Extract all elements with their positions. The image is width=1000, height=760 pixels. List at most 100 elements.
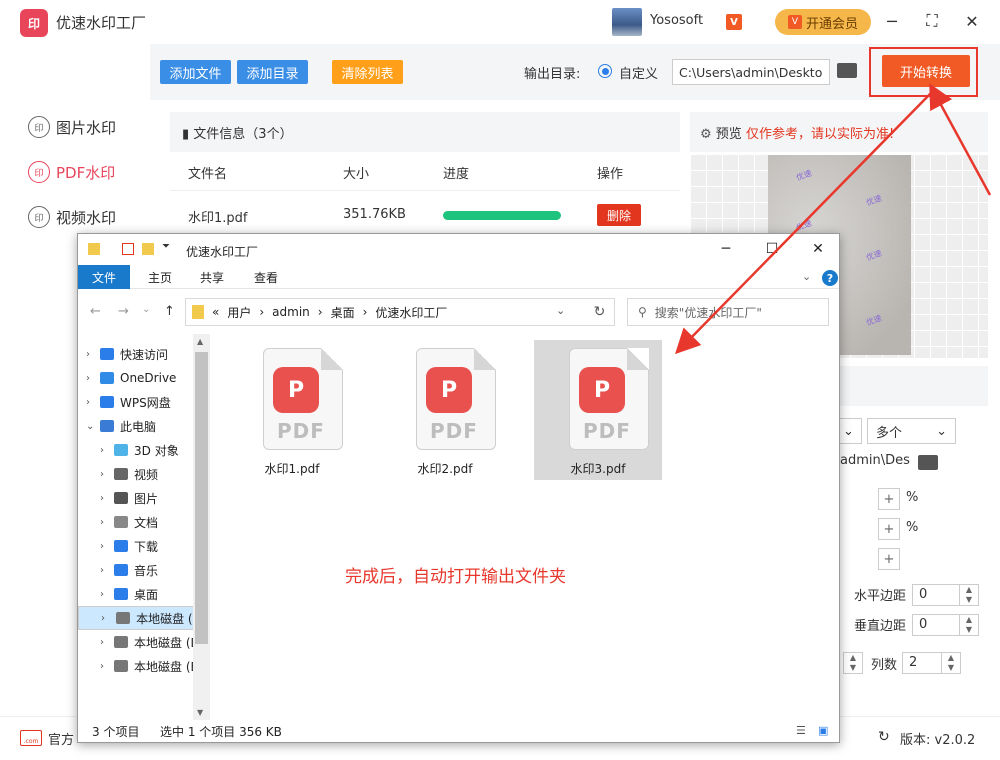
chevron-icon[interactable]: › — [100, 469, 108, 480]
nav-item[interactable]: › 图片 — [78, 486, 210, 510]
file-item[interactable]: P PDF 水印3.pdf — [534, 340, 662, 480]
folder-icon[interactable] — [88, 243, 100, 255]
chevron-icon[interactable]: › — [86, 373, 94, 384]
avatar[interactable] — [612, 8, 642, 36]
add-directory-button[interactable]: 添加目录 — [237, 60, 308, 84]
maximize-icon[interactable]: ⛶ — [920, 10, 944, 32]
maximize-icon[interactable]: ☐ — [749, 238, 795, 260]
chevron-icon[interactable]: › — [100, 493, 108, 504]
table-row-filename: 水印1.pdf — [188, 211, 248, 226]
nav-item[interactable]: › 桌面 — [78, 582, 210, 606]
delete-button[interactable]: 删除 — [597, 204, 641, 226]
open-vip-button[interactable]: V 开通会员 — [775, 9, 871, 35]
nav-item[interactable]: › 视频 — [78, 462, 210, 486]
nav-item-label: 图片 — [134, 491, 159, 506]
refresh-icon[interactable]: ↻ — [585, 298, 615, 326]
refresh-icon[interactable]: ↻ — [878, 729, 890, 745]
clear-list-button[interactable]: 清除列表 — [332, 60, 403, 84]
explorer-status-bar: 3 个项目 选中 1 个项目 356 KB ☰ ▣ — [78, 720, 839, 742]
watermark-icon: 印 — [28, 161, 50, 183]
stepper[interactable]: ▲ ▼ — [843, 652, 863, 674]
sidebar-item-image-watermark[interactable]: 印 图片水印 — [28, 112, 148, 142]
details-view-icon[interactable]: ☰ — [796, 724, 806, 737]
close-icon[interactable]: ✕ — [960, 10, 984, 32]
v-margin-stepper[interactable]: ▲ ▼ — [959, 614, 979, 636]
columns-stepper[interactable]: ▲ ▼ — [941, 652, 961, 674]
chevron-icon[interactable]: › — [100, 637, 108, 648]
increment-button[interactable]: + — [878, 488, 900, 510]
breadcrumb-item[interactable]: admin — [272, 305, 310, 319]
tab-share[interactable]: 共享 — [200, 269, 224, 286]
nav-item[interactable]: › 本地磁盘 (D — [78, 630, 210, 654]
nav-item[interactable]: › 本地磁盘 (C — [78, 606, 210, 630]
folder-icon[interactable] — [142, 243, 154, 255]
up-icon[interactable]: ↑ — [164, 304, 175, 319]
tab-view[interactable]: 查看 — [254, 269, 278, 286]
nav-item[interactable]: › 3D 对象 — [78, 438, 210, 462]
increment-button[interactable]: + — [878, 548, 900, 570]
nav-item[interactable]: › WPS网盘 — [78, 390, 210, 414]
count-select[interactable]: 多个 ⌄ — [867, 418, 956, 444]
close-icon[interactable]: ✕ — [795, 238, 841, 260]
v-margin-input[interactable]: 0 — [912, 614, 960, 636]
chevron-icon[interactable]: › — [86, 397, 94, 408]
checklist-icon[interactable] — [122, 243, 134, 255]
chevron-down-icon[interactable]: ⏷ — [162, 241, 170, 252]
folder-icon[interactable] — [837, 63, 857, 78]
chevron-down-icon[interactable]: ⌄ — [142, 304, 150, 315]
file-item[interactable]: P PDF 水印2.pdf — [381, 340, 509, 480]
sidebar-item-pdf-watermark[interactable]: 印 PDF水印 — [28, 157, 148, 187]
chevron-icon[interactable]: › — [100, 589, 108, 600]
scrollbar-thumb[interactable] — [195, 352, 208, 644]
search-input[interactable]: ⚲ 搜索"优速水印工厂" — [627, 298, 829, 326]
nav-item[interactable]: ⌄ 此电脑 — [78, 414, 210, 438]
chevron-icon[interactable]: › — [100, 661, 108, 672]
address-bar[interactable]: « 用户 › admin › 桌面 › 优速水印工厂 — [185, 298, 615, 326]
forward-icon[interactable]: → — [118, 304, 129, 319]
breadcrumb-item[interactable]: 用户 — [227, 304, 251, 321]
chevron-icon[interactable]: › — [100, 445, 108, 456]
folder-icon[interactable] — [918, 455, 938, 470]
h-margin-stepper[interactable]: ▲ ▼ — [959, 584, 979, 606]
chevron-icon[interactable]: › — [100, 517, 108, 528]
scroll-up-icon[interactable]: ▲ — [197, 337, 203, 346]
app-logo: 印 — [20, 9, 48, 37]
columns-input[interactable]: 2 — [902, 652, 942, 674]
custom-output-radio[interactable] — [598, 64, 612, 78]
chevron-down-icon[interactable]: ⌄ — [802, 270, 811, 283]
custom-output-label[interactable]: 自定义 — [619, 63, 658, 82]
help-icon[interactable]: ? — [822, 270, 838, 286]
settings-path[interactable]: admin\Des — [840, 453, 910, 468]
chevron-down-icon[interactable]: ⌄ — [556, 304, 565, 317]
chevron-icon[interactable]: ⌄ — [86, 421, 94, 432]
chevron-icon[interactable]: › — [86, 349, 94, 360]
username[interactable]: Yososoft — [650, 13, 703, 28]
file-item[interactable]: P PDF 水印1.pdf — [228, 340, 356, 480]
back-icon[interactable]: ← — [90, 304, 101, 319]
select-dropdown[interactable]: ⌄ — [838, 418, 862, 444]
nav-item[interactable]: › 文档 — [78, 510, 210, 534]
minimize-icon[interactable]: ─ — [880, 10, 904, 32]
increment-button[interactable]: + — [878, 518, 900, 540]
add-file-button[interactable]: 添加文件 — [160, 60, 231, 84]
tab-file[interactable]: 文件 — [78, 265, 130, 289]
breadcrumb-item[interactable]: 桌面 — [331, 304, 355, 321]
breadcrumb-item[interactable]: 优速水印工厂 — [375, 304, 447, 321]
chevron-icon[interactable]: › — [100, 565, 108, 576]
tab-home[interactable]: 主页 — [148, 269, 172, 286]
minimize-icon[interactable]: ─ — [703, 238, 749, 260]
nav-item[interactable]: › 下载 — [78, 534, 210, 558]
website-icon[interactable]: .com — [20, 730, 42, 746]
nav-item[interactable]: › OneDrive — [78, 366, 210, 390]
nav-item[interactable]: › 音乐 — [78, 558, 210, 582]
chevron-icon[interactable]: › — [100, 541, 108, 552]
scroll-down-icon[interactable]: ▼ — [197, 708, 203, 717]
output-path-input[interactable]: C:\Users\admin\Deskto — [672, 59, 830, 85]
h-margin-input[interactable]: 0 — [912, 584, 960, 606]
nav-item[interactable]: › 快速访问 — [78, 342, 210, 366]
large-icons-view-icon[interactable]: ▣ — [818, 724, 828, 737]
sidebar-item-video-watermark[interactable]: 印 视频水印 — [28, 202, 148, 232]
chevron-icon[interactable]: › — [101, 613, 109, 624]
official-site-link[interactable]: 官方 — [48, 729, 74, 748]
nav-item[interactable]: › 本地磁盘 (E — [78, 654, 210, 678]
